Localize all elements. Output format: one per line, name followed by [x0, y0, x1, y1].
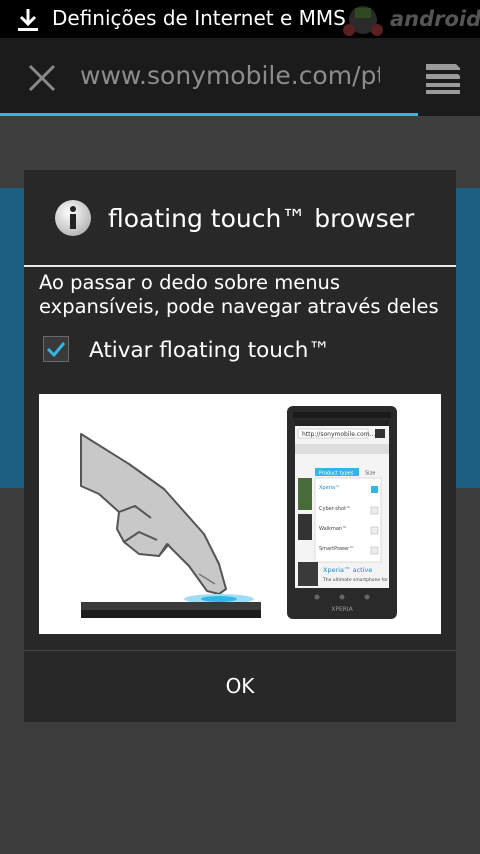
checkbox-checked-icon[interactable] [43, 336, 69, 362]
phone-menu-side: Size [365, 471, 375, 477]
enable-floating-touch-row[interactable]: Ativar floating touch™ [39, 332, 439, 372]
status-bar: Definições de Internet e MMS androidPT [0, 0, 480, 38]
checkbox-label[interactable]: Ativar floating touch™ [89, 338, 330, 363]
dialog-message: Ao passar o dedo sobre menus expansíveis… [39, 271, 439, 318]
floating-touch-illustration: http://sonymobile.com... Product types S… [39, 394, 441, 634]
tabs-menu-icon[interactable] [418, 56, 466, 100]
phone-promo-sub: The ultimate smartphone for [322, 577, 388, 583]
download-icon [18, 9, 38, 31]
ok-button[interactable]: OK [24, 651, 456, 722]
url-field[interactable]: www.sonymobile.com/pt [80, 61, 380, 90]
title-divider [24, 265, 456, 267]
browser-toolbar: www.sonymobile.com/pt [0, 38, 480, 116]
notification-title: Definições de Internet e MMS [52, 6, 346, 30]
phone-menu-header: Product types [319, 471, 354, 477]
phone-menu-item: SmartPower™ [319, 546, 354, 552]
floating-touch-dialog: floating touch™ browser Ao passar o dedo… [24, 170, 456, 722]
phone-menu-item: Xperia™ [319, 485, 340, 491]
phone-menu-item: Cyber-shot™ [319, 506, 351, 512]
phone-menu-item: Walkman™ [319, 526, 347, 532]
dialog-title: floating touch™ browser [108, 204, 415, 233]
dialog-header: floating touch™ browser [24, 170, 456, 266]
close-icon[interactable] [22, 58, 62, 98]
hand-illustration [80, 433, 227, 595]
phone-brand: XPERIA [331, 606, 353, 613]
phone-url-text: http://sonymobile.com... [302, 431, 375, 438]
watermark-logo: androidPT [335, 0, 480, 38]
info-icon [55, 200, 91, 236]
phone-illustration: http://sonymobile.com... Product types S… [287, 406, 397, 619]
watermark-text: androidPT [390, 7, 480, 31]
phone-promo-title: Xperia™ active [323, 566, 372, 574]
